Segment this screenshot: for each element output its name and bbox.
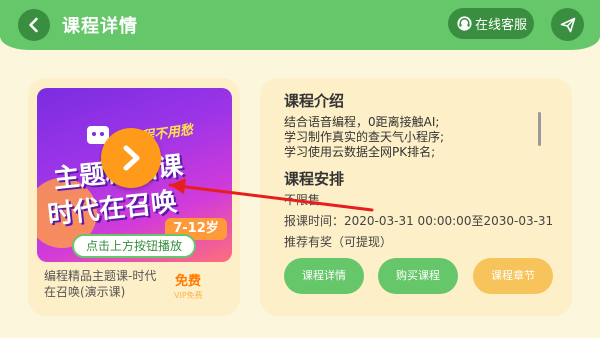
play-button[interactable] [101,128,161,188]
intro-content[interactable]: 结合语音编程，0距离接触AI; 学习制作真实的查天气小程序; 学习使用云数据全网… [284,115,534,160]
course-name: 编程精品主题课-时代在召唤(演示课) [44,269,157,299]
headset-icon [457,16,472,31]
plan-title: 课程安排 [284,170,345,188]
vip-price-label: VIP免费 [174,291,203,300]
buy-course-button[interactable]: 购买课程 [378,258,458,294]
share-button[interactable] [551,8,584,41]
top-bar: 课程详情 在线客服 [0,0,600,50]
intro-line: 学习使用云数据全网PK排名; [284,145,436,159]
online-service-button[interactable]: 在线客服 [448,8,534,39]
referral-reward: 推荐有奖（可提现） [284,235,393,249]
back-button[interactable] [18,9,50,41]
course-detail-button[interactable]: 课程详情 [284,258,364,294]
play-hint-button[interactable]: 点击上方按钮播放 [72,234,196,258]
paper-plane-icon [560,17,575,32]
intro-line: 结合语音编程，0距离接触AI; [284,115,440,129]
course-chapters-button[interactable]: 课程章节 [473,258,553,294]
enroll-time: 报课时间：2020-03-31 00:00:00至2030-03-31 [284,214,554,228]
intro-scrollbar[interactable] [538,112,541,146]
course-price: 免费 [175,274,202,289]
sale-status: 不限售 [284,193,321,207]
intro-line: 学习制作真实的查天气小程序; [284,130,445,144]
chevron-left-icon [29,17,38,33]
online-service-label: 在线客服 [475,18,528,33]
page-title: 课程详情 [62,16,138,37]
play-icon [123,145,140,171]
intro-title: 课程介绍 [284,92,345,110]
